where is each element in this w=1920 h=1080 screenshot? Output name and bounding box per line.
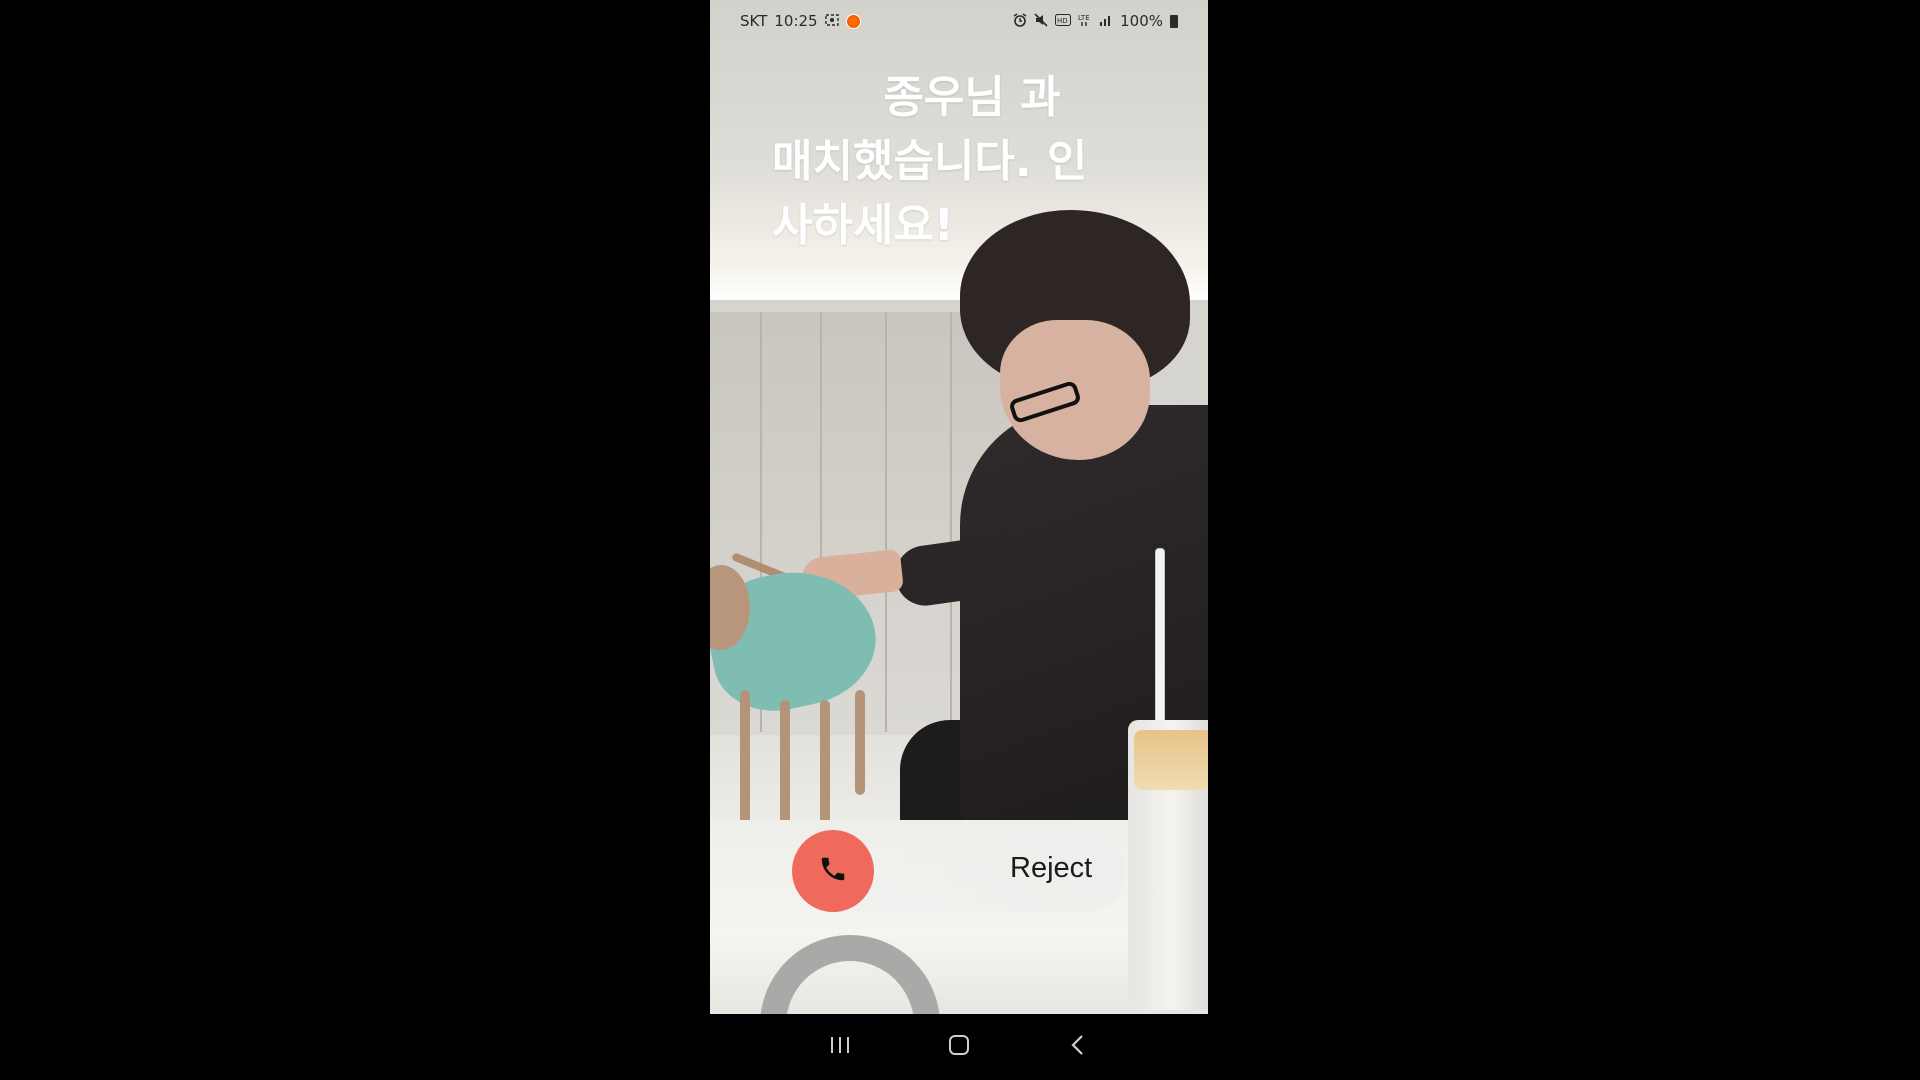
recording-dot-icon <box>845 13 861 29</box>
volte-icon: HD <box>1055 13 1072 29</box>
reject-label: Reject <box>1010 852 1093 884</box>
navigation-bar <box>710 1014 1208 1080</box>
recent-apps-button[interactable] <box>820 1027 860 1067</box>
headline-line-2: 매치했습니다. 인 <box>772 136 1088 187</box>
lte-icon: LTE <box>1078 13 1092 30</box>
headline-line-1: 종우님 과 <box>883 72 1061 123</box>
phone-icon <box>818 854 848 888</box>
clock: 10:25 <box>774 12 818 30</box>
status-bar: SKT 10:25 HD LTE 100% <box>710 0 1208 42</box>
headline-line-3: 사하세요! <box>772 200 954 251</box>
home-button[interactable] <box>939 1027 979 1067</box>
recent-apps-icon <box>829 1035 851 1059</box>
reject-call-button[interactable] <box>792 830 874 912</box>
back-button[interactable] <box>1058 1027 1098 1067</box>
mute-icon <box>1034 12 1048 30</box>
alarm-icon <box>1013 12 1027 30</box>
carrier-label: SKT <box>740 12 768 30</box>
signal-icon <box>1099 14 1113 29</box>
svg-text:LTE: LTE <box>1078 14 1090 22</box>
match-headline: 종우님 과 매치했습니다. 인 사하세요! <box>772 66 1172 258</box>
screenshot-icon <box>824 13 839 29</box>
svg-text:HD: HD <box>1057 17 1068 25</box>
home-icon <box>947 1033 971 1061</box>
phone-screen: SKT 10:25 HD LTE 100% 종우님 과 매치했습니다. 인 사하… <box>710 0 1208 1014</box>
battery-percent: 100% <box>1120 12 1163 30</box>
battery-icon <box>1170 14 1178 28</box>
back-icon <box>1068 1033 1088 1061</box>
